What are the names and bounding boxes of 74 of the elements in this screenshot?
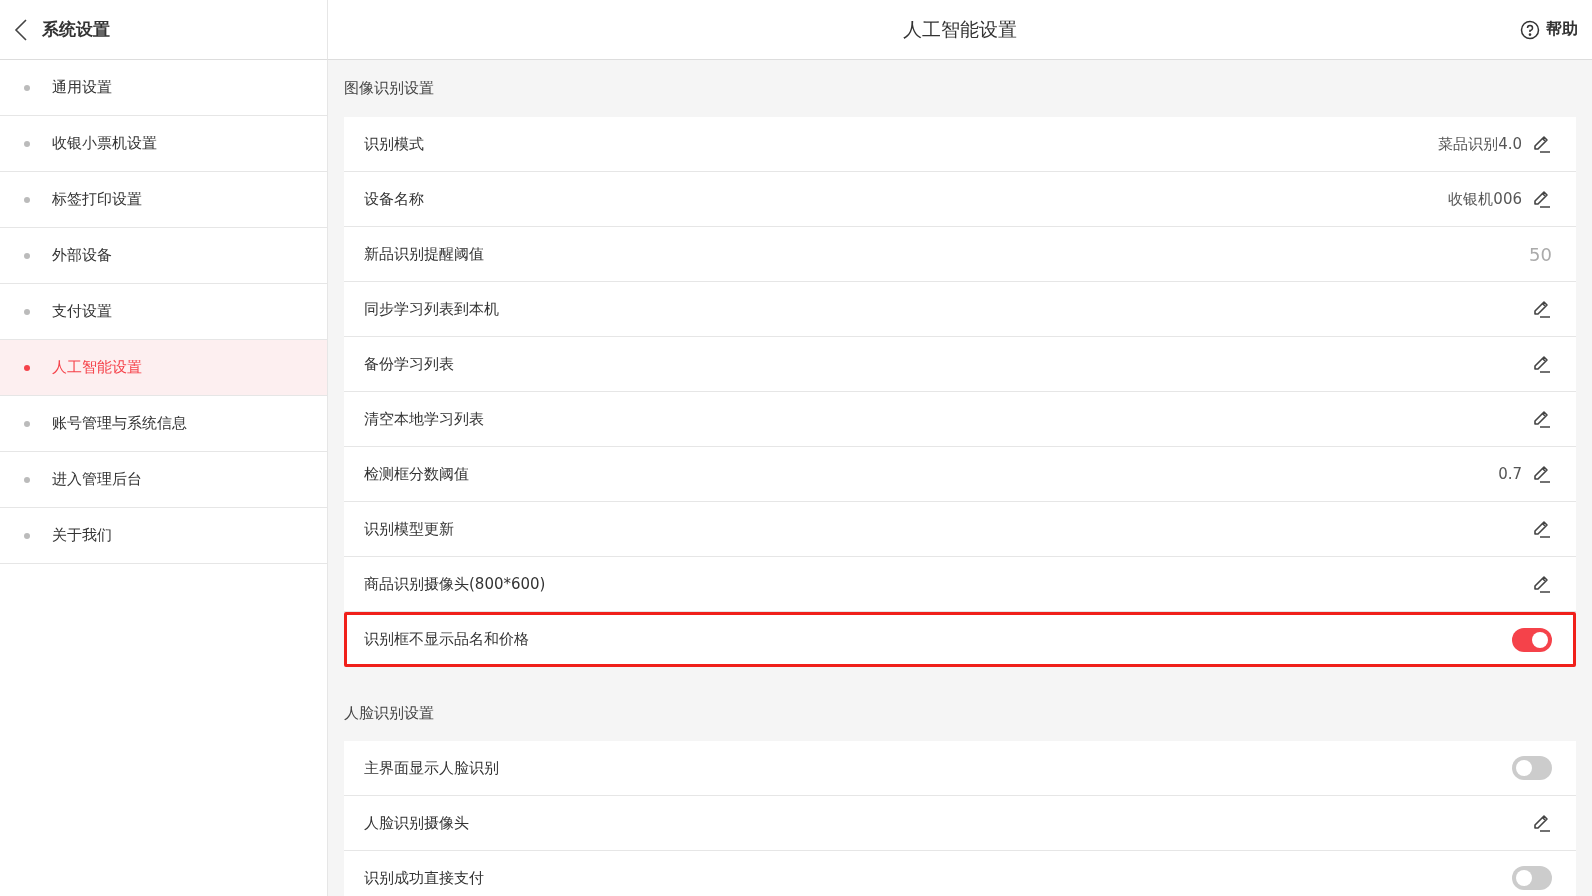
setting-label: 备份学习列表 xyxy=(364,354,455,374)
toggle-switch[interactable] xyxy=(1512,756,1552,780)
sidebar-item-label: 标签打印设置 xyxy=(52,190,142,209)
sidebar-item[interactable]: 收银小票机设置 xyxy=(0,116,327,172)
sidebar-item-label: 人工智能设置 xyxy=(52,358,142,377)
sidebar-item[interactable]: 账号管理与系统信息 xyxy=(0,396,327,452)
pencil-icon[interactable] xyxy=(1532,354,1552,374)
toggle-switch[interactable] xyxy=(1512,627,1552,652)
section-title: 图像识别设置 xyxy=(344,79,434,98)
sidebar-item[interactable]: 关于我们 xyxy=(0,508,327,564)
setting-label: 检测框分数阈值 xyxy=(364,464,470,484)
bullet-icon xyxy=(24,364,30,371)
sidebar-item-label: 通用设置 xyxy=(52,78,112,97)
pencil-icon[interactable] xyxy=(1532,813,1552,833)
setting-row[interactable]: 识别成功直接支付 xyxy=(344,851,1576,896)
sidebar-item-label: 账号管理与系统信息 xyxy=(52,414,187,433)
sidebar-item[interactable]: 标签打印设置 xyxy=(0,172,327,228)
setting-row[interactable]: 识别模式 菜品识别4.0 xyxy=(344,117,1576,172)
bullet-icon xyxy=(24,84,30,91)
setting-row[interactable]: 同步学习列表到本机 xyxy=(344,282,1576,337)
pencil-icon[interactable] xyxy=(1532,134,1552,154)
setting-row[interactable]: 新品识别提醒阈值 50 xyxy=(344,227,1576,282)
help-icon xyxy=(1520,19,1540,40)
setting-label: 识别模型更新 xyxy=(364,519,455,539)
pencil-icon[interactable] xyxy=(1532,519,1552,539)
pencil-icon[interactable] xyxy=(1532,299,1552,319)
help-button[interactable]: 帮助 xyxy=(1520,0,1578,59)
page-title: 人工智能设置 xyxy=(903,16,1017,42)
sidebar-item[interactable]: 通用设置 xyxy=(0,60,327,116)
setting-label: 识别模式 xyxy=(364,134,425,154)
section-title: 人脸识别设置 xyxy=(344,704,434,723)
setting-row[interactable]: 商品识别摄像头(800*600) xyxy=(344,557,1576,612)
setting-value: 50 xyxy=(1529,243,1552,265)
sidebar-item[interactable]: 进入管理后台 xyxy=(0,452,327,508)
setting-value: 0.7 xyxy=(1498,465,1522,483)
setting-row[interactable]: 检测框分数阈值 0.7 xyxy=(344,447,1576,502)
setting-row[interactable]: 人脸识别摄像头 xyxy=(344,796,1576,851)
setting-value: 菜品识别4.0 xyxy=(1438,134,1522,154)
setting-value: 收银机006 xyxy=(1448,189,1522,209)
sidebar-item-label: 收银小票机设置 xyxy=(52,134,157,153)
bullet-icon xyxy=(24,308,30,315)
setting-label: 清空本地学习列表 xyxy=(364,409,485,429)
pencil-icon[interactable] xyxy=(1532,189,1552,209)
setting-label: 主界面显示人脸识别 xyxy=(364,758,500,778)
setting-row[interactable]: 备份学习列表 xyxy=(344,337,1576,392)
setting-row[interactable]: 清空本地学习列表 xyxy=(344,392,1576,447)
pencil-icon[interactable] xyxy=(1532,464,1552,484)
setting-row[interactable]: 识别框不显示品名和价格 xyxy=(344,612,1576,667)
pencil-icon[interactable] xyxy=(1532,574,1552,594)
sidebar-item-label: 支付设置 xyxy=(52,302,112,321)
sidebar-item-label: 外部设备 xyxy=(52,246,112,265)
setting-label: 设备名称 xyxy=(364,189,425,209)
setting-row[interactable]: 设备名称 收银机006 xyxy=(344,172,1576,227)
setting-row[interactable]: 识别模型更新 xyxy=(344,502,1576,557)
bullet-icon xyxy=(24,252,30,259)
back-icon[interactable] xyxy=(14,17,28,42)
bullet-icon xyxy=(24,196,30,203)
bullet-icon xyxy=(24,140,30,147)
bullet-icon xyxy=(24,476,30,483)
toggle-switch[interactable] xyxy=(1512,866,1552,890)
sidebar-item-label: 进入管理后台 xyxy=(52,470,142,489)
setting-label: 识别框不显示品名和价格 xyxy=(364,630,530,649)
pencil-icon[interactable] xyxy=(1532,409,1552,429)
setting-label: 商品识别摄像头(800*600) xyxy=(364,574,547,594)
sidebar-title: 系统设置 xyxy=(42,18,110,41)
setting-label: 人脸识别摄像头 xyxy=(364,813,470,833)
sidebar-item[interactable]: 外部设备 xyxy=(0,228,327,284)
setting-label: 同步学习列表到本机 xyxy=(364,299,500,319)
setting-label: 新品识别提醒阈值 xyxy=(364,244,485,264)
setting-row[interactable]: 主界面显示人脸识别 xyxy=(344,741,1576,796)
setting-label: 识别成功直接支付 xyxy=(364,868,485,888)
bullet-icon xyxy=(24,420,30,427)
sidebar-item-label: 关于我们 xyxy=(52,526,112,545)
bullet-icon xyxy=(24,532,30,539)
